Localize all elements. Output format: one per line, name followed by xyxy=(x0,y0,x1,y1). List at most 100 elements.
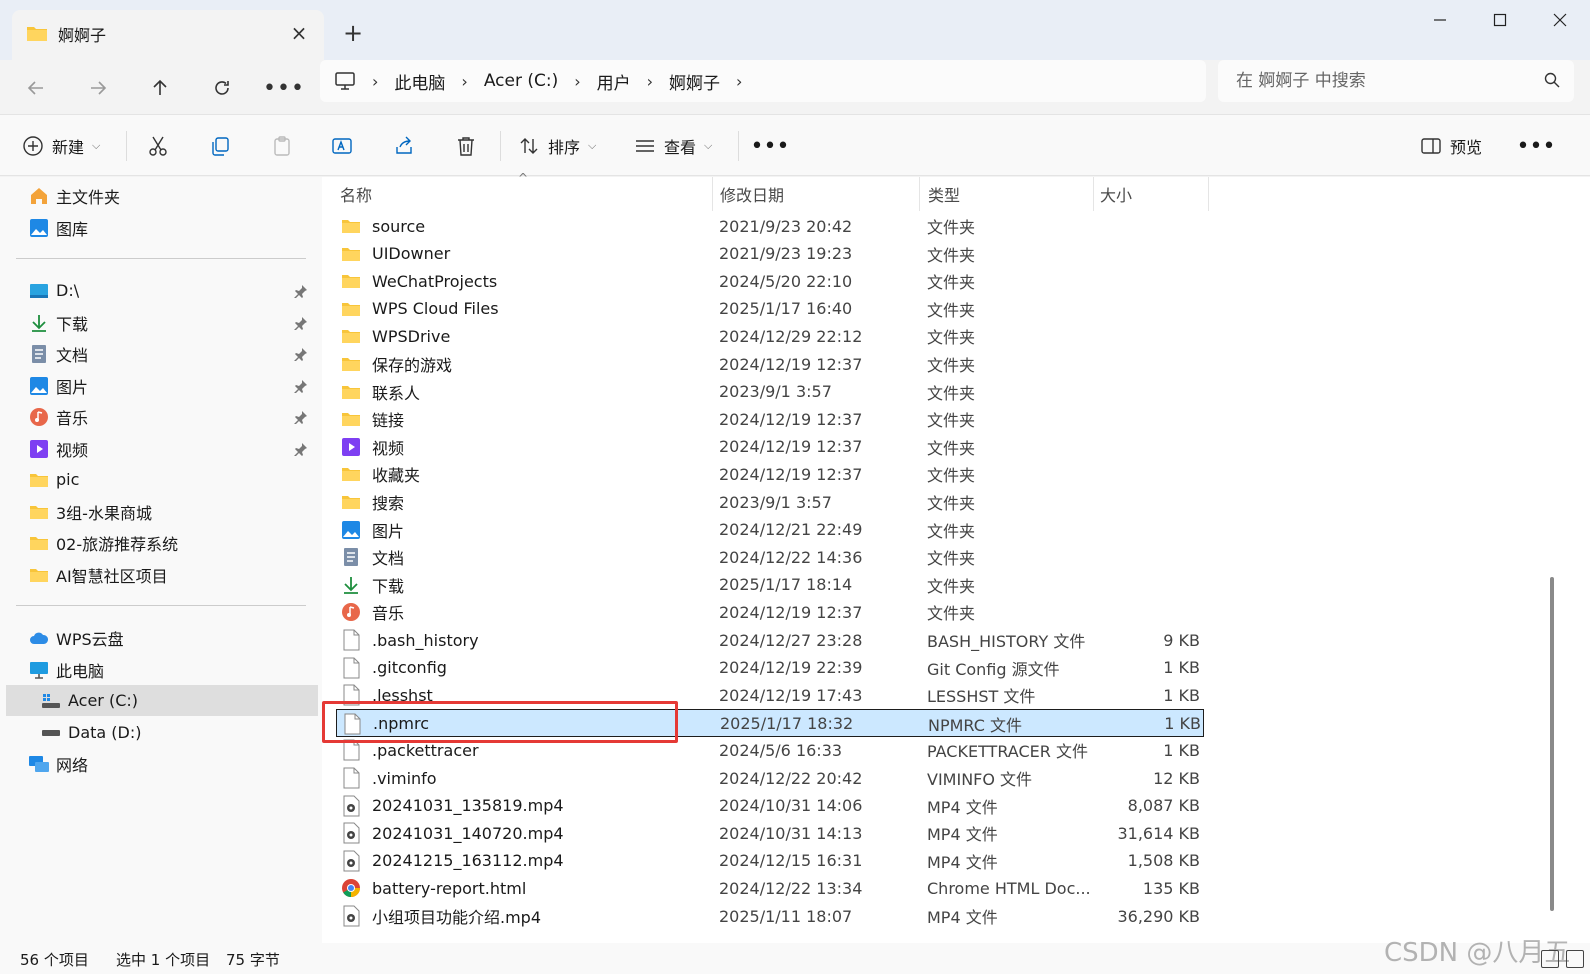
file-row[interactable]: 链接 2024/12/19 12:37 文件夹 xyxy=(336,405,1204,433)
sidebar-item-acer-c[interactable]: Acer (C:) xyxy=(6,685,318,716)
sidebar-item-travel-system[interactable]: 02-旅游推荐系统 xyxy=(6,527,318,558)
file-row[interactable]: 20241031_135819.mp4 2024/10/31 14:06 MP4 文… xyxy=(336,792,1204,820)
minimize-button[interactable] xyxy=(1410,0,1470,40)
pin-icon[interactable] xyxy=(294,409,308,428)
forward-button[interactable] xyxy=(78,68,118,108)
column-header-size[interactable]: 大小 xyxy=(1082,177,1202,211)
address-bar[interactable]: › 此电脑 › Acer (C:) › 用户 › 婀婀子 › xyxy=(320,60,1206,102)
new-button[interactable]: 新建 ⌵ xyxy=(22,127,100,165)
back-button[interactable] xyxy=(16,68,56,108)
search-box[interactable] xyxy=(1218,60,1574,102)
column-header-type[interactable]: 类型 xyxy=(910,177,1090,211)
more-nav-button[interactable]: ••• xyxy=(263,68,304,108)
chevron-right-icon[interactable]: › xyxy=(455,72,473,91)
breadcrumb-user-folder[interactable]: 婀婀子 xyxy=(659,69,730,94)
sidebar-item-home[interactable]: 主文件夹 xyxy=(6,180,318,211)
search-input[interactable] xyxy=(1218,60,1528,102)
up-button[interactable] xyxy=(140,68,180,108)
close-window-button[interactable] xyxy=(1530,0,1590,40)
maximize-button[interactable] xyxy=(1470,0,1530,40)
pin-icon[interactable] xyxy=(294,346,308,365)
sidebar-item-wps-cloud[interactable]: WPS云盘 xyxy=(6,622,318,653)
tab-current-folder[interactable]: 婀婀子 × xyxy=(12,10,324,60)
sidebar-item-ai-community[interactable]: AI智慧社区项目 xyxy=(6,559,318,590)
sidebar-item-pic[interactable]: pic xyxy=(6,464,318,495)
pin-icon[interactable] xyxy=(294,315,308,334)
file-row[interactable]: 搜索 2023/9/1 3:57 文件夹 xyxy=(336,488,1204,516)
file-row[interactable]: UIDowner 2021/9/23 19:23 文件夹 xyxy=(336,240,1204,268)
column-header-name[interactable]: 名称 xyxy=(322,177,712,211)
sidebar-item-pictures[interactable]: 图片 xyxy=(6,370,318,401)
file-row[interactable]: 联系人 2023/9/1 3:57 文件夹 xyxy=(336,378,1204,406)
breadcrumb-users[interactable]: 用户 xyxy=(587,69,641,94)
file-name-cell: 20241215_163112.mp4 xyxy=(340,847,710,875)
file-row[interactable]: 下载 2025/1/17 18:14 文件夹 xyxy=(336,571,1204,599)
column-header-date[interactable]: 修改日期 xyxy=(702,177,910,211)
file-row[interactable]: 20241215_163112.mp4 2024/12/15 16:31 MP4 文… xyxy=(336,847,1204,875)
file-row[interactable]: 音乐 2024/12/19 12:37 文件夹 xyxy=(336,598,1204,626)
view-button[interactable]: 查看 ⌵ xyxy=(634,127,712,165)
tiles-view-button[interactable] xyxy=(1566,950,1584,968)
cut-button[interactable] xyxy=(138,127,178,165)
pin-icon[interactable] xyxy=(294,283,308,302)
search-icon[interactable] xyxy=(1544,72,1560,92)
close-tab-icon[interactable]: × xyxy=(286,20,312,46)
chevron-right-icon[interactable]: › xyxy=(730,72,748,91)
file-row[interactable]: WPSDrive 2024/12/29 22:12 文件夹 xyxy=(336,322,1204,350)
file-row[interactable]: .bash_history 2024/12/27 23:28 BASH_HISTOR… xyxy=(336,626,1204,654)
sidebar-item-network[interactable]: 网络 xyxy=(6,748,318,779)
file-row[interactable]: WeChatProjects 2024/5/20 22:10 文件夹 xyxy=(336,267,1204,295)
file-type: BASH_HISTORY 文件 xyxy=(927,632,1086,651)
file-row[interactable]: .gitconfig 2024/12/19 22:39 Git Config 源文件… xyxy=(336,654,1204,682)
sidebar-item-gallery[interactable]: 图库 xyxy=(6,212,318,243)
file-name: .gitconfig xyxy=(372,658,447,678)
file-row[interactable]: .viminfo 2024/12/22 20:42 VIMINFO 文件 12 KB xyxy=(336,764,1204,792)
computer-icon[interactable] xyxy=(334,71,356,91)
paste-button[interactable] xyxy=(262,127,302,165)
see-more-button[interactable]: ••• xyxy=(1516,127,1556,165)
chevron-right-icon[interactable]: › xyxy=(641,72,659,91)
file-row[interactable]: 保存的游戏 2024/12/19 12:37 文件夹 xyxy=(336,350,1204,378)
chevron-right-icon[interactable]: › xyxy=(366,72,384,91)
share-button[interactable] xyxy=(384,127,424,165)
preview-label: 预览 xyxy=(1450,138,1483,157)
pin-icon[interactable] xyxy=(294,378,308,397)
sidebar-item-this-pc[interactable]: 此电脑 xyxy=(6,654,318,685)
details-view-button[interactable] xyxy=(1541,950,1559,968)
breadcrumb-acer-c[interactable]: Acer (C:) xyxy=(474,71,568,91)
sidebar-item-videos[interactable]: 视频 xyxy=(6,433,318,464)
file-row[interactable]: 小组项目功能介绍.mp4 2025/1/11 18:07 MP4 文件 36,290 … xyxy=(336,902,1204,930)
column-divider[interactable] xyxy=(1208,177,1209,211)
sort-icon xyxy=(518,135,540,157)
file-row[interactable]: WPS Cloud Files 2025/1/17 16:40 文件夹 xyxy=(336,295,1204,323)
file-row[interactable]: 视频 2024/12/19 12:37 文件夹 xyxy=(336,433,1204,461)
file-size xyxy=(1096,598,1200,626)
sidebar-item-downloads[interactable]: 下载 xyxy=(6,307,318,338)
trash-icon xyxy=(455,135,477,157)
clipboard-icon xyxy=(271,135,293,157)
rename-button[interactable] xyxy=(322,127,362,165)
breadcrumb-this-pc[interactable]: 此电脑 xyxy=(384,69,455,94)
pin-icon[interactable] xyxy=(294,441,308,460)
file-row[interactable]: 文档 2024/12/22 14:36 文件夹 xyxy=(336,543,1204,571)
new-tab-button[interactable]: + xyxy=(336,16,370,50)
vertical-scrollbar[interactable] xyxy=(1550,577,1554,911)
chevron-right-icon[interactable]: › xyxy=(568,72,586,91)
sidebar-item-music[interactable]: 音乐 xyxy=(6,401,318,432)
sidebar-item-data-d[interactable]: Data (D:) xyxy=(6,717,318,748)
more-options-button[interactable]: ••• xyxy=(750,127,790,165)
sidebar-item-d-drive[interactable]: D:\ xyxy=(6,275,318,306)
file-row[interactable]: source 2021/9/23 20:42 文件夹 xyxy=(336,212,1204,240)
file-row[interactable]: 图片 2024/12/21 22:49 文件夹 xyxy=(336,516,1204,544)
sidebar-item-documents[interactable]: 文档 xyxy=(6,338,318,369)
file-row[interactable]: battery-report.html 2024/12/22 13:34 Chrom… xyxy=(336,874,1204,902)
file-size: 1 KB xyxy=(1164,714,1201,734)
sidebar-item-fruit-mall[interactable]: 3组-水果商城 xyxy=(6,496,318,527)
refresh-button[interactable] xyxy=(202,68,242,108)
file-row[interactable]: 收藏夹 2024/12/19 12:37 文件夹 xyxy=(336,460,1204,488)
file-row[interactable]: 20241031_140720.mp4 2024/10/31 14:13 MP4 文… xyxy=(336,819,1204,847)
sort-button[interactable]: 排序 ⌵ xyxy=(518,127,596,165)
delete-button[interactable] xyxy=(446,127,486,165)
preview-pane-button[interactable]: 预览 xyxy=(1420,127,1482,165)
copy-button[interactable] xyxy=(200,127,240,165)
